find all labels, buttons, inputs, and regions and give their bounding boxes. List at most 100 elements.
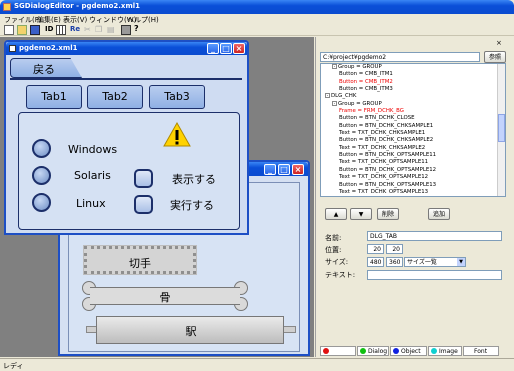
tree-item-label: Text = TXT_DCHK_CHKSAMPLE2: [339, 144, 426, 151]
size-width-field[interactable]: 480: [367, 257, 384, 267]
tree-item-label: Text = TXT_DCHK_OPTSAMPLE12: [339, 174, 429, 181]
save-icon[interactable]: [30, 25, 40, 35]
re-icon[interactable]: Re: [70, 25, 80, 33]
size-height-field[interactable]: 360: [386, 257, 403, 267]
tree-item-label: Button = BTN_DCHK_OPTSAMPLE11: [339, 152, 437, 159]
grid-icon[interactable]: [56, 25, 66, 35]
tab-2[interactable]: Tab2: [87, 85, 143, 109]
tree-item[interactable]: Text = TXT_DCHK_OPTSAMPLE12: [321, 174, 497, 181]
tree-item[interactable]: Frame = FRM_DCHK_BG: [321, 108, 497, 115]
panel-tab-label: Font: [474, 348, 488, 355]
checkbox-show-label: 表示する: [172, 173, 216, 186]
tree-item[interactable]: - Group = GROUP: [321, 64, 497, 71]
tree-item-label: Button = BTN_DCHK_OPTSAMPLE13: [339, 181, 437, 188]
resource-tree[interactable]: - Group = GROUP Button = CMB_ITM1 Button = …: [321, 64, 497, 194]
size-label: サイズ:: [325, 258, 349, 266]
print-icon[interactable]: [121, 25, 131, 35]
bone-button[interactable]: 骨: [82, 281, 248, 311]
tree-item[interactable]: - Group = GROUP: [321, 100, 497, 108]
tree-item-label: DLG_CHK: [331, 93, 357, 100]
tree-item[interactable]: Button = BTN_DCHK_CLOSE: [321, 115, 497, 122]
project-path-field[interactable]: C:¥project¥pgdemo2: [320, 52, 480, 62]
app-title: SGDialogEditor - pgdemo2.xml1: [14, 2, 141, 10]
child-maximize-button[interactable]: □: [220, 43, 232, 54]
size-preset-select[interactable]: サイズ一覧 ▼: [404, 257, 466, 267]
tree-item[interactable]: Button = BTN_DCHK_OPTSAMPLE11: [321, 152, 497, 159]
delete-button[interactable]: 削除: [377, 208, 399, 220]
tree-item[interactable]: Text = TXT_DCHK_OPTSAMPLE13: [321, 189, 497, 194]
bg-minimize-button[interactable]: _: [264, 164, 276, 175]
panel-close-icon[interactable]: ×: [496, 39, 502, 47]
tree-item[interactable]: Button = BTN_DCHK_CHKSAMPLE2: [321, 137, 497, 144]
tree-item[interactable]: Text = TXT_DCHK_CHKSAMPLE2: [321, 145, 497, 152]
new-file-icon[interactable]: [4, 25, 14, 35]
move-down-button[interactable]: ▼: [350, 208, 372, 220]
tree-item-label: Text = TXT_DCHK_CHKSAMPLE1: [339, 130, 426, 137]
toolbar: ID Re ✂ ❐ ▤ ?: [0, 24, 514, 36]
radio-solaris[interactable]: [32, 166, 51, 185]
position-y-field[interactable]: 20: [386, 244, 403, 254]
add-button[interactable]: 追加: [428, 208, 450, 220]
text-label: テキスト:: [325, 271, 356, 279]
tree-item[interactable]: Button = BTN_DCHK_CHKSAMPLE1: [321, 123, 497, 130]
id-icon[interactable]: ID: [45, 25, 53, 33]
radio-windows-label: Windows: [68, 143, 118, 156]
panel-tab-font[interactable]: Font: [463, 346, 499, 356]
tree-item[interactable]: Text = TXT_DCHK_CHKSAMPLE1: [321, 130, 497, 137]
bg-close-button[interactable]: ×: [292, 164, 304, 175]
child-minimize-button[interactable]: _: [207, 43, 219, 54]
tree-scrollbar[interactable]: [497, 64, 505, 196]
radio-linux[interactable]: [32, 193, 51, 212]
menu-bar: ファイル(F) 編集(E) 表示(V) ウィンドウ(W) ヘルプ(H): [0, 14, 514, 24]
back-button[interactable]: 戻る: [10, 58, 82, 78]
bg-maximize-button[interactable]: □: [278, 164, 290, 175]
position-x-field[interactable]: 20: [367, 244, 384, 254]
cut-icon[interactable]: ✂: [84, 25, 91, 34]
tab-3[interactable]: Tab3: [149, 85, 205, 109]
tree-item-label: Group = GROUP: [338, 100, 382, 107]
text-field[interactable]: [367, 270, 502, 280]
tree-item-label: Button = BTN_DCHK_OPTSAMPLE12: [339, 166, 437, 173]
open-folder-icon[interactable]: [17, 25, 27, 35]
tree-expander-icon[interactable]: -: [332, 64, 337, 69]
stamp-button[interactable]: 切手: [84, 246, 196, 274]
panel-tab-dialog[interactable]: Dialog: [357, 346, 389, 356]
bone-button-label: 骨: [159, 291, 171, 304]
radio-windows[interactable]: [32, 139, 51, 158]
name-field[interactable]: DLG_TAB: [367, 231, 502, 241]
child-window-title: pgdemo2.xml1: [19, 44, 78, 52]
tree-item-label: Text = TXT_DCHK_OPTSAMPLE11: [339, 159, 429, 166]
child-close-button[interactable]: ×: [233, 43, 245, 54]
copy-icon[interactable]: ❐: [95, 25, 102, 34]
station-button[interactable]: 駅: [86, 316, 296, 344]
browse-button[interactable]: 参照: [484, 51, 506, 63]
tree-item-label: Button = CMB_ITM3: [339, 86, 393, 93]
tree-item-label: Text = TXT_DCHK_OPTSAMPLE13: [339, 188, 429, 194]
tree-scrollbar-thumb[interactable]: [498, 114, 505, 142]
tree-expander-icon[interactable]: -: [332, 100, 337, 106]
tree-item[interactable]: Button = BTN_DCHK_OPTSAMPLE12: [321, 167, 497, 174]
panel-tab-label: Image: [439, 348, 458, 355]
help-icon[interactable]: ?: [134, 24, 139, 33]
tree-item[interactable]: Text = TXT_DCHK_OPTSAMPLE11: [321, 159, 497, 166]
stamp-button-label: 切手: [129, 257, 151, 270]
chevron-down-icon[interactable]: ▼: [457, 258, 465, 266]
tree-item[interactable]: Button = CMB_ITM3: [321, 86, 497, 93]
tab-1[interactable]: Tab1: [26, 85, 82, 109]
paste-icon[interactable]: ▤: [107, 25, 115, 34]
panel-tab-resource[interactable]: Resource: [320, 346, 356, 365]
tree-item[interactable]: Button = CMB_ITM2: [321, 79, 497, 86]
tab-1-label: Tab1: [41, 90, 67, 103]
checkbox-run[interactable]: [134, 195, 153, 214]
checkbox-run-label: 実行する: [170, 199, 214, 212]
tree-item[interactable]: Button = BTN_DCHK_OPTSAMPLE13: [321, 182, 497, 189]
panel-tab-image[interactable]: Image: [428, 346, 462, 356]
move-up-button[interactable]: ▲: [325, 208, 347, 220]
checkbox-show[interactable]: [134, 169, 153, 188]
panel-tab-object[interactable]: Object: [390, 346, 427, 356]
warning-icon: [163, 122, 191, 147]
name-label: 名前:: [325, 234, 342, 242]
tree-expander-icon[interactable]: -: [325, 93, 330, 99]
tree-item[interactable]: Button = CMB_ITM1: [321, 71, 497, 78]
tree-item[interactable]: - DLG_CHK: [321, 93, 497, 100]
